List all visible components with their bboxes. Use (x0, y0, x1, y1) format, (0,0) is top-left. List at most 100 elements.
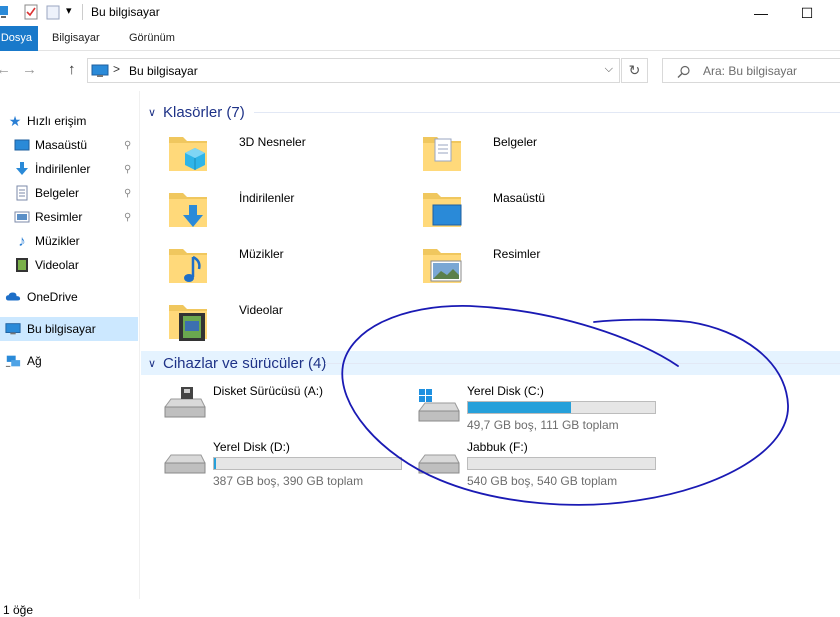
folder-label: Müzikler (239, 247, 284, 261)
nav-item-label: İndirilenler (35, 162, 91, 176)
title-bar: ▾ Bu bilgisayar — ☐ (0, 0, 840, 26)
minimize-button[interactable]: — (738, 0, 784, 26)
music-folder-icon (169, 249, 207, 283)
chevron-down-icon[interactable]: ∨ (148, 357, 156, 370)
properties-icon[interactable] (24, 4, 38, 20)
drive-label: Yerel Disk (C:) (467, 384, 544, 398)
up-button[interactable]: ↑ (68, 61, 76, 78)
pictures-icon (14, 211, 30, 223)
forward-button[interactable]: → (22, 61, 37, 78)
drive-label: Yerel Disk (D:) (213, 440, 290, 454)
folder-label: Belgeler (493, 135, 538, 149)
address-dropdown-icon[interactable]: ⌵ (605, 63, 613, 76)
folder-downloads[interactable]: İndirilenler (167, 185, 407, 233)
folder-label: Resimler (493, 247, 541, 261)
star-icon: ★ (8, 112, 22, 129)
folder-documents[interactable]: Belgeler (421, 129, 661, 177)
folder-music[interactable]: Müzikler (167, 241, 407, 289)
search-placeholder: Ara: Bu bilgisayar (703, 64, 798, 78)
documents-folder-icon (423, 137, 461, 171)
nav-item-label: Ağ (27, 354, 42, 368)
videos-folder-icon (169, 305, 207, 341)
network-icon (5, 355, 21, 367)
drive-usage-bar (467, 401, 656, 414)
desktop-icon (14, 139, 30, 151)
back-button[interactable]: ← (0, 61, 11, 78)
title-divider (82, 4, 83, 20)
address-row: ← → ↑ > Bu bilgisayar ⌵ ↻ Ara: Bu bilgis… (0, 51, 840, 91)
folder-label: İndirilenler (239, 191, 295, 205)
drive-usage-bar (467, 457, 656, 470)
folder-label: 3D Nesneler (239, 135, 306, 149)
status-item-count: 1 öğe (3, 603, 34, 617)
nav-item-documents[interactable]: Belgeler ⚲ (0, 181, 138, 205)
floppy-drive-icon (164, 387, 206, 418)
music-icon: ♪ (18, 232, 26, 250)
folders-group-header[interactable]: ∨ Klasörler (7) (141, 100, 840, 124)
drive-space-info: 540 GB boş, 540 GB toplam (467, 474, 618, 488)
drive-d[interactable]: Yerel Disk (D:) 387 GB boş, 390 GB topla… (161, 437, 411, 488)
tab-file[interactable]: Dosya (0, 26, 38, 51)
drive-a[interactable]: Disket Sürücüsü (A:) (161, 381, 411, 429)
folder-pictures[interactable]: Resimler (421, 241, 661, 289)
chevron-down-icon[interactable]: ∨ (148, 106, 156, 119)
navigation-pane: ★ Hızlı erişim Masaüstü ⚲ İndirilenler ⚲… (0, 91, 140, 599)
group-title: Klasörler (7) (163, 103, 245, 121)
content-pane: ∨ Klasörler (7) 3D Nesneler Belgeler İnd… (141, 91, 840, 599)
pin-icon[interactable]: ⚲ (124, 188, 131, 199)
nav-item-this-pc[interactable]: Bu bilgisayar (0, 317, 138, 341)
address-bar[interactable]: > Bu bilgisayar ⌵ (87, 58, 620, 83)
drive-usage-fill (468, 402, 571, 413)
drive-label: Jabbuk (F:) (467, 440, 528, 454)
folder-3d-objects[interactable]: 3D Nesneler (167, 129, 407, 177)
search-box[interactable]: Ara: Bu bilgisayar (662, 58, 840, 83)
folder-label: Videolar (239, 303, 283, 317)
drive-space-info: 387 GB boş, 390 GB toplam (213, 474, 364, 488)
pin-icon[interactable]: ⚲ (124, 140, 131, 151)
folder-label: Masaüstü (493, 191, 546, 205)
pin-icon[interactable]: ⚲ (124, 164, 131, 175)
refresh-button[interactable]: ↻ (621, 58, 648, 83)
breadcrumb-this-pc[interactable]: Bu bilgisayar (129, 64, 198, 78)
tab-computer[interactable]: Bilgisayar (52, 26, 100, 51)
maximize-button[interactable]: ☐ (784, 0, 830, 26)
nav-item-videos[interactable]: Videolar (0, 253, 138, 277)
cloud-icon (5, 292, 21, 301)
nav-item-network[interactable]: Ağ (0, 349, 138, 373)
drive-label: Disket Sürücüsü (A:) (213, 384, 324, 398)
drives-group-header[interactable]: ∨ Cihazlar ve sürücüler (4) (141, 351, 840, 375)
downloads-folder-icon (169, 193, 207, 227)
search-icon (677, 65, 690, 78)
breadcrumb-separator[interactable]: > (113, 62, 120, 76)
nav-item-quick-access[interactable]: ★ Hızlı erişim (0, 109, 138, 133)
pin-icon[interactable]: ⚲ (124, 212, 131, 223)
drive-usage-bar (213, 457, 402, 470)
download-icon (16, 162, 28, 175)
nav-item-label: Belgeler (35, 186, 80, 200)
nav-item-label: Resimler (35, 210, 83, 224)
drive-space-info: 49,7 GB boş, 111 GB toplam (467, 418, 619, 432)
nav-item-pictures[interactable]: Resimler ⚲ (0, 205, 138, 229)
video-icon (16, 258, 28, 272)
status-bar: 1 öğe (0, 599, 840, 617)
computer-icon (5, 323, 21, 335)
hard-drive-icon (418, 454, 460, 474)
nav-item-onedrive[interactable]: OneDrive (0, 285, 138, 309)
drive-c[interactable]: Yerel Disk (C:) 49,7 GB boş, 111 GB topl… (415, 381, 665, 432)
nav-item-desktop[interactable]: Masaüstü ⚲ (0, 133, 138, 157)
pictures-folder-icon (423, 249, 462, 283)
new-folder-icon[interactable] (46, 4, 60, 20)
folder-desktop[interactable]: Masaüstü (421, 185, 661, 233)
folder-videos[interactable]: Videolar (167, 297, 407, 345)
nav-item-label: Masaüstü (35, 138, 88, 152)
nav-item-label: Müzikler (35, 234, 80, 248)
tab-view[interactable]: Görünüm (129, 26, 175, 51)
nav-item-music[interactable]: ♪ Müzikler (0, 229, 138, 253)
nav-item-label: OneDrive (27, 290, 78, 304)
quick-access-dropdown-icon[interactable]: ▾ (66, 4, 72, 20)
nav-item-label: Videolar (35, 258, 79, 272)
nav-item-downloads[interactable]: İndirilenler ⚲ (0, 157, 138, 181)
window-title: Bu bilgisayar (91, 5, 160, 19)
drive-f[interactable]: Jabbuk (F:) 540 GB boş, 540 GB toplam (415, 437, 665, 488)
computer-icon (91, 64, 109, 77)
